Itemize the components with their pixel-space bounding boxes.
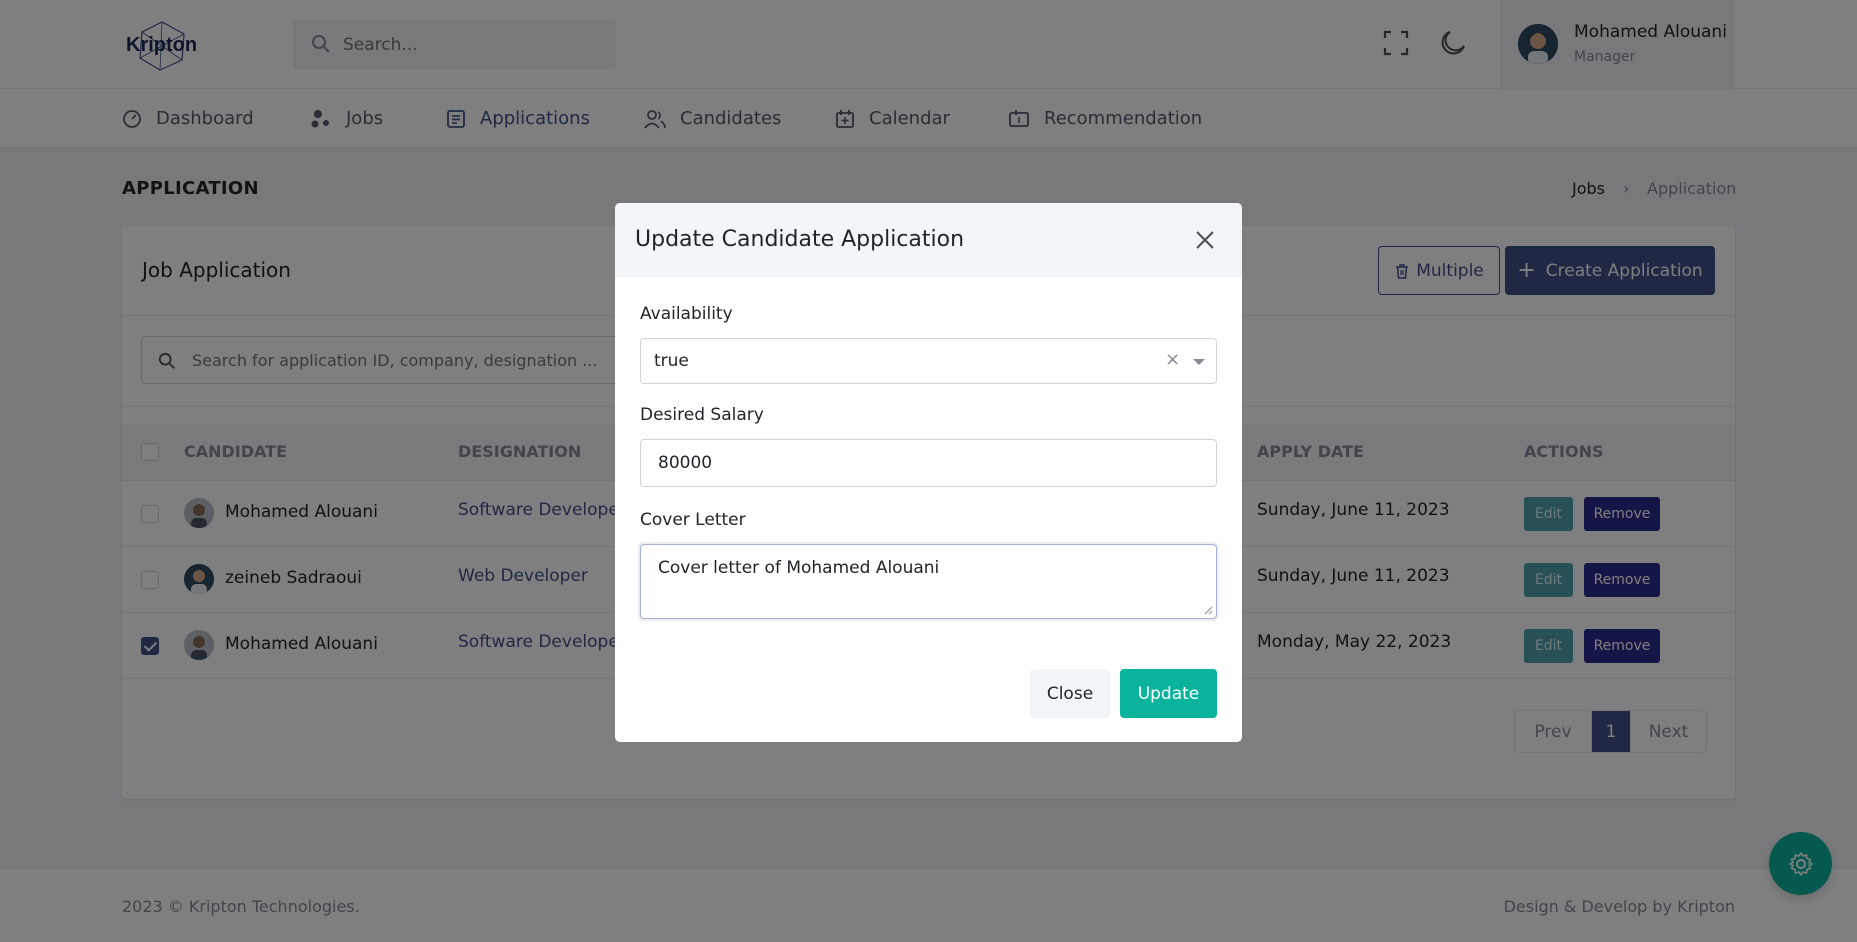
- salary-value: 80000: [658, 453, 713, 473]
- resize-handle-icon[interactable]: [1203, 605, 1213, 615]
- close-button[interactable]: Close: [1030, 669, 1110, 718]
- close-icon[interactable]: [1193, 228, 1217, 252]
- modal-title: Update Candidate Application: [635, 227, 965, 252]
- salary-label: Desired Salary: [640, 405, 764, 425]
- availability-select[interactable]: true ×: [640, 338, 1217, 384]
- modal-header: Update Candidate Application: [615, 203, 1242, 277]
- cover-letter-label: Cover Letter: [640, 510, 746, 530]
- chevron-down-icon[interactable]: [1193, 359, 1205, 365]
- update-application-modal: Update Candidate Application Availabilit…: [615, 203, 1242, 742]
- availability-value: true: [654, 351, 689, 371]
- cover-letter-textarea[interactable]: Cover letter of Mohamed Alouani: [640, 544, 1217, 619]
- availability-label: Availability: [640, 304, 733, 324]
- salary-input[interactable]: 80000: [640, 439, 1217, 487]
- cover-letter-value: Cover letter of Mohamed Alouani: [658, 558, 940, 578]
- clear-icon[interactable]: ×: [1165, 349, 1180, 370]
- update-button[interactable]: Update: [1120, 669, 1217, 718]
